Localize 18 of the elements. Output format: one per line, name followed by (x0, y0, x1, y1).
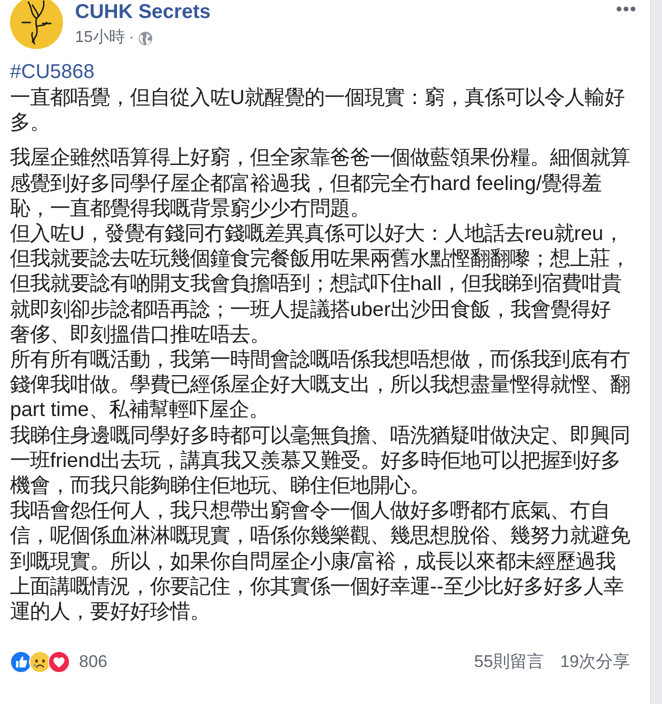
post-paragraph: 一直都唔覺，但自從入咗U就醒覺的一個現實：窮，真係可以令人輸好多。 (10, 86, 626, 136)
more-options-icon[interactable] (616, 6, 636, 12)
sad-face-icon (29, 651, 51, 674)
post-time-link[interactable]: 15小時 (75, 28, 125, 48)
post-paragraph: 我屋企雖然唔算得上好窮，但全家靠爸爸一個做藍領果份糧。細個就算感覺到好多同學仔屋企都富裕過我，但都完全冇hard feeling/覺得羞恥，一直都覺得我嘅背景窮少少冇問題。 (10, 146, 630, 222)
post-paragraph: 但入咗U，發覺有錢同冇錢嘅差異真係可以好大：人地話去reu就reu，但我就要諗去咗玩幾個鐘食完餐飯用咗果兩舊水點慳翻翻嚟；想上莊，但我就要諗有啲開支我會負擔唔到；想試吓住hall，但我睇到宿費咁貴就即刻卻步諗都唔再諗；一班人提議搭uber出沙田食飯，我會覺得好奢侈、即刻搵借口推咗唔去。 (10, 222, 630, 348)
post-paragraph: 我睇住身邊嘅同學好多時都可以毫無負擔、唔洗猶疑咁做決定、即興同一班friend出去玩，講真我又羨慕又難受。好多時佢地可以把握到好多機會，而我只能夠睇住佢地玩、睇住佢地開心。 (10, 424, 630, 500)
bird-logo-icon[interactable] (10, 0, 63, 49)
like-icon (10, 651, 32, 674)
comments-count-link[interactable]: 55則留言 (474, 649, 544, 675)
post-paragraph: 所有所有嘅活動，我第一時間會諗嘅唔係我想唔想做，而係我到底有冇錢俾我咁做。學費已經係屋企好大嘅支出，所以我想盡量慳得就慳、翻part time、私補幫輕吓屋企。 (10, 348, 630, 424)
separator-dot: · (128, 28, 134, 48)
shares-count-link[interactable]: 19次分享 (560, 649, 630, 675)
page-name-link[interactable]: CUHK Secrets (75, 0, 616, 24)
post-paragraph: 我唔會怨任何人，我只想帶出窮會令一個人做好多嘢都冇底氣、冇自信，呢個係血淋淋嘅現實，唔係你幾樂觀、幾思想脫俗、幾努力就避免到嘅現實。所以，如果你自問屋企小康/富裕，成長以來都未經歷過我上面講嘅情況，你要記住，你其實係一個好幸運--至少比好多好多人幸運的人，要好好珍惜。 (10, 499, 630, 626)
hashtag-link[interactable]: #CU5868 (10, 60, 95, 85)
reaction-count-link[interactable]: 806 (75, 649, 108, 675)
globe-icon (138, 30, 154, 46)
